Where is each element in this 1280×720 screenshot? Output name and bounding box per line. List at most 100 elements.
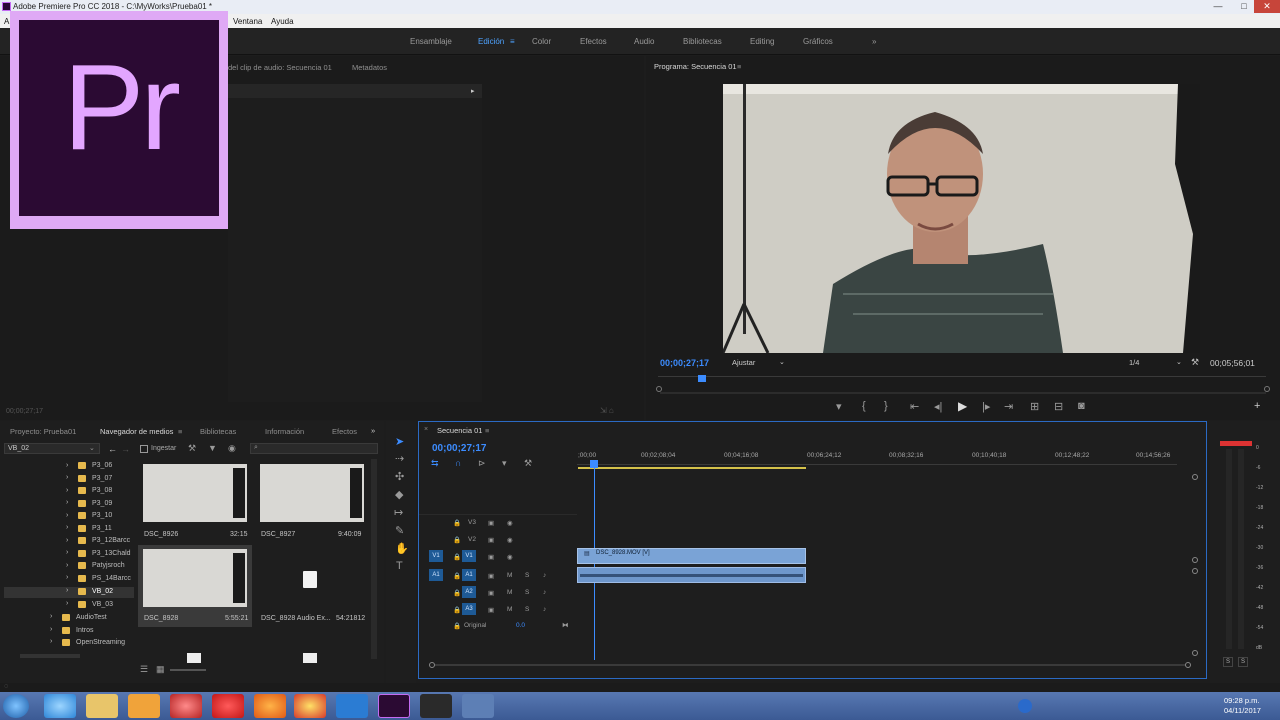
export-frame-icon[interactable]: ⇲ ⌂ bbox=[600, 406, 614, 415]
go-to-in-icon[interactable]: ⇤ bbox=[910, 400, 919, 413]
track-resize-handle[interactable] bbox=[1192, 568, 1198, 574]
workspace-efectos[interactable]: Efectos bbox=[580, 37, 607, 46]
lift-icon[interactable]: ⊞ bbox=[1030, 400, 1039, 413]
folder-item[interactable]: P3_06 bbox=[92, 462, 112, 469]
nest-toggle-icon[interactable]: ⇆ bbox=[431, 458, 439, 469]
settings-wrench-icon[interactable]: ⚒ bbox=[1191, 357, 1199, 368]
audio-clip[interactable] bbox=[577, 567, 806, 583]
video-clip[interactable]: ▤ DSC_8928.MOV [V] bbox=[577, 548, 806, 564]
app-a-icon[interactable] bbox=[336, 694, 368, 718]
track-resize-handle[interactable] bbox=[1192, 650, 1198, 656]
tree-chevron-icon[interactable]: › bbox=[66, 587, 68, 594]
list-view-icon[interactable]: ☰ bbox=[140, 664, 148, 675]
microphone-icon[interactable]: ♪ bbox=[543, 572, 546, 579]
resolution-chevron-icon[interactable]: ⌄ bbox=[1176, 358, 1182, 366]
tab-sequence[interactable]: Secuencia 01 bbox=[437, 426, 482, 435]
audio-file-icon[interactable] bbox=[303, 571, 317, 588]
collapse-arrow-icon[interactable]: ▸ bbox=[471, 87, 475, 95]
tree-chevron-icon[interactable]: › bbox=[66, 487, 68, 494]
media-thumbnail[interactable] bbox=[143, 464, 247, 522]
go-to-out-icon[interactable]: ⇥ bbox=[1004, 400, 1013, 413]
tree-chevron-icon[interactable]: › bbox=[66, 524, 68, 531]
obs-icon[interactable] bbox=[420, 694, 452, 718]
pen-tool-icon[interactable]: ✎ bbox=[395, 524, 404, 537]
folder-item[interactable]: P3_10 bbox=[92, 512, 112, 519]
folder-item[interactable]: P3_07 bbox=[92, 475, 112, 482]
tab-audio-clip-mixer[interactable]: del clip de audio: Secuencia 01 bbox=[228, 63, 332, 72]
track-target-v1[interactable]: V1 bbox=[462, 550, 476, 562]
mark-in-icon[interactable]: { bbox=[862, 400, 866, 412]
tree-chevron-icon[interactable]: › bbox=[50, 638, 52, 645]
solo-right-button[interactable]: S bbox=[1238, 657, 1248, 667]
button-editor-plus-icon[interactable]: + bbox=[1254, 400, 1260, 412]
program-menu-icon[interactable]: ≡ bbox=[737, 62, 741, 71]
solo-button[interactable]: S bbox=[525, 572, 529, 579]
track-resize-handle[interactable] bbox=[1192, 557, 1198, 563]
firefox-icon[interactable] bbox=[254, 694, 286, 718]
sync-lock-icon[interactable]: ▣ bbox=[488, 519, 494, 527]
tree-chevron-icon[interactable]: › bbox=[66, 474, 68, 481]
track-target-a2[interactable]: A2 bbox=[462, 586, 476, 598]
folder-item[interactable]: OpenStreaming bbox=[76, 639, 125, 646]
workspace-audio[interactable]: Audio bbox=[634, 37, 654, 46]
media-thumbnail[interactable] bbox=[260, 464, 364, 522]
icon-view-icon[interactable]: ▦ bbox=[156, 664, 165, 675]
sync-lock-icon[interactable]: ▣ bbox=[488, 589, 494, 597]
lock-icon[interactable]: 🔒 bbox=[453, 622, 461, 630]
hand-tool-icon[interactable]: ✋ bbox=[395, 542, 409, 555]
app-icon-red[interactable] bbox=[170, 694, 202, 718]
workspace-edicion[interactable]: Edición bbox=[478, 37, 504, 46]
workspace-bibliotecas[interactable]: Bibliotecas bbox=[683, 37, 722, 46]
folder-item[interactable]: PS_14Barcc bbox=[92, 575, 131, 582]
horizontal-scrollbar[interactable] bbox=[435, 664, 1185, 666]
razor-tool-icon[interactable]: ◆ bbox=[395, 488, 403, 501]
sequence-menu-icon[interactable]: ≡ bbox=[485, 426, 489, 435]
slip-tool-icon[interactable]: ↦ bbox=[394, 506, 403, 519]
workspace-menu-icon[interactable]: ≡ bbox=[510, 37, 515, 46]
clock-time[interactable]: 09:28 p.m. bbox=[1224, 696, 1259, 705]
sync-lock-icon[interactable]: ▣ bbox=[488, 572, 494, 580]
mute-button[interactable]: M bbox=[507, 572, 512, 579]
menu-item-archivo[interactable]: A bbox=[4, 17, 9, 26]
lock-icon[interactable]: 🔒 bbox=[453, 536, 461, 544]
timeline-playhead[interactable] bbox=[590, 460, 598, 468]
workspace-ensamblaje[interactable]: Ensamblaje bbox=[410, 37, 452, 46]
tree-chevron-icon[interactable]: › bbox=[66, 537, 68, 544]
linked-selection-icon[interactable]: ⊳ bbox=[478, 458, 486, 469]
step-back-icon[interactable]: ◂| bbox=[934, 400, 942, 413]
eye-icon[interactable]: ◉ bbox=[507, 536, 513, 544]
resolution-dropdown[interactable]: 1/4 bbox=[1129, 358, 1139, 367]
zoom-bar[interactable] bbox=[660, 392, 1266, 394]
track-select-tool-icon[interactable]: ⇢ bbox=[395, 452, 404, 465]
tab-project[interactable]: Proyecto: Prueba01 bbox=[10, 427, 76, 436]
tab-program[interactable]: Programa: Secuencia 01 bbox=[654, 62, 737, 71]
tab-metadata[interactable]: Metadatos bbox=[352, 63, 387, 72]
timeline-settings-wrench-icon[interactable]: ⚒ bbox=[524, 458, 532, 469]
track-target-a1[interactable]: A1 bbox=[462, 569, 476, 581]
tree-chevron-icon[interactable]: › bbox=[66, 574, 68, 581]
ingest-settings-wrench-icon[interactable]: ⚒ bbox=[188, 443, 196, 454]
tree-chevron-icon[interactable]: › bbox=[66, 462, 68, 469]
system-tray[interactable] bbox=[1040, 700, 1200, 712]
opera-icon[interactable] bbox=[212, 694, 244, 718]
back-arrow-icon[interactable]: ← bbox=[108, 444, 117, 454]
extract-icon[interactable]: ⊟ bbox=[1054, 400, 1063, 413]
clock-date[interactable]: 04/11/2017 bbox=[1224, 706, 1261, 715]
tree-chevron-icon[interactable]: › bbox=[50, 613, 52, 620]
lock-icon[interactable]: 🔒 bbox=[453, 553, 461, 561]
source-patch-video[interactable]: V1 bbox=[429, 550, 443, 562]
tree-chevron-icon[interactable]: › bbox=[66, 512, 68, 519]
solo-button[interactable]: S bbox=[525, 589, 529, 596]
master-volume-value[interactable]: 0.0 bbox=[516, 622, 525, 629]
workspace-graficos[interactable]: Gráficos bbox=[803, 37, 833, 46]
premiere-taskbar-icon[interactable] bbox=[378, 694, 410, 718]
media-thumbnail[interactable] bbox=[143, 549, 247, 607]
workspace-editing[interactable]: Editing bbox=[750, 37, 774, 46]
tree-chevron-icon[interactable]: › bbox=[50, 626, 52, 633]
add-marker-icon[interactable]: ▾ bbox=[836, 400, 842, 413]
camera-export-frame-icon[interactable]: ◙ bbox=[1078, 400, 1085, 412]
solo-button[interactable]: S bbox=[525, 606, 529, 613]
timeline-timecode[interactable]: 00;00;27;17 bbox=[432, 443, 486, 454]
menu-item-ventana[interactable]: Ventana bbox=[233, 17, 262, 26]
lock-icon[interactable]: 🔒 bbox=[453, 606, 461, 614]
